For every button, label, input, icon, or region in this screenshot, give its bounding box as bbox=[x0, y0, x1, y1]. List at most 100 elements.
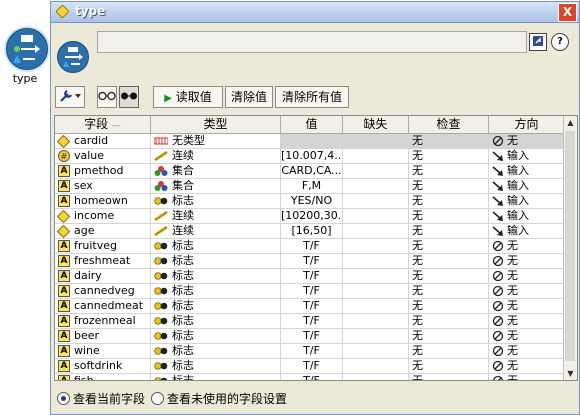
check-cell[interactable]: 无 bbox=[409, 329, 489, 344]
table-row[interactable]: Apmethod 集合 CARD,CA... 无 输入 bbox=[55, 164, 565, 179]
field-cell[interactable]: Afish bbox=[55, 374, 151, 380]
node-name-field[interactable] bbox=[97, 31, 527, 53]
table-row[interactable]: Asex 集合 F,M 无 输入 bbox=[55, 179, 565, 194]
type-cell[interactable]: 标志 bbox=[151, 299, 281, 314]
type-node-icon[interactable] bbox=[6, 28, 48, 70]
scroll-up-icon[interactable]: ▲ bbox=[564, 116, 577, 129]
values-cell[interactable]: T/F bbox=[281, 284, 343, 299]
missing-cell[interactable] bbox=[343, 254, 409, 269]
field-cell[interactable]: # value bbox=[55, 149, 151, 164]
values-cell[interactable]: T/F bbox=[281, 254, 343, 269]
field-cell[interactable]: cardid bbox=[55, 134, 151, 149]
missing-cell[interactable] bbox=[343, 134, 409, 149]
missing-cell[interactable] bbox=[343, 269, 409, 284]
type-cell[interactable]: 标志 bbox=[151, 344, 281, 359]
direction-cell[interactable]: 无 bbox=[489, 134, 565, 149]
direction-cell[interactable]: 无 bbox=[489, 314, 565, 329]
type-cell[interactable]: 标志 bbox=[151, 374, 281, 380]
field-cell[interactable]: Acannedveg bbox=[55, 284, 151, 299]
type-cell[interactable]: 标志 bbox=[151, 254, 281, 269]
table-row[interactable]: Acannedmeat 标志 T/F 无 无 bbox=[55, 299, 565, 314]
check-cell[interactable]: 无 bbox=[409, 359, 489, 374]
check-cell[interactable]: 无 bbox=[409, 149, 489, 164]
values-cell[interactable]: T/F bbox=[281, 374, 343, 380]
missing-cell[interactable] bbox=[343, 314, 409, 329]
check-cell[interactable]: 无 bbox=[409, 209, 489, 224]
direction-cell[interactable]: 输入 bbox=[489, 164, 565, 179]
values-cell[interactable]: [16,50] bbox=[281, 224, 343, 239]
table-row[interactable]: Afrozenmeal 标志 T/F 无 无 bbox=[55, 314, 565, 329]
check-cell[interactable]: 无 bbox=[409, 344, 489, 359]
values-cell[interactable]: [10.007,4... bbox=[281, 149, 343, 164]
column-header-field[interactable]: 字段 — bbox=[55, 116, 151, 133]
column-header-check[interactable]: 检查 bbox=[409, 116, 489, 133]
type-cell[interactable]: 连续 bbox=[151, 209, 281, 224]
type-cell[interactable]: 标志 bbox=[151, 314, 281, 329]
vertical-scrollbar[interactable]: ▲ ▼ bbox=[563, 116, 577, 380]
type-cell[interactable]: 集合 bbox=[151, 179, 281, 194]
missing-cell[interactable] bbox=[343, 284, 409, 299]
table-row[interactable]: Afreshmeat 标志 T/F 无 无 bbox=[55, 254, 565, 269]
field-cell[interactable]: Apmethod bbox=[55, 164, 151, 179]
scroll-thumb[interactable] bbox=[565, 131, 575, 361]
check-cell[interactable]: 无 bbox=[409, 134, 489, 149]
check-cell[interactable]: 无 bbox=[409, 224, 489, 239]
check-cell[interactable]: 无 bbox=[409, 239, 489, 254]
values-cell[interactable]: [10200,30... bbox=[281, 209, 343, 224]
check-cell[interactable]: 无 bbox=[409, 194, 489, 209]
read-values-button[interactable]: ▶ 读取值 bbox=[153, 86, 223, 108]
table-row[interactable]: Afish 标志 T/F 无 无 bbox=[55, 374, 565, 380]
type-cell[interactable]: 集合 bbox=[151, 164, 281, 179]
field-cell[interactable]: age bbox=[55, 224, 151, 239]
table-row[interactable]: cardid 无类型 无 无 bbox=[55, 134, 565, 149]
table-row[interactable]: # value 连续 [10.007,4... 无 输入 bbox=[55, 149, 565, 164]
type-cell[interactable]: 标志 bbox=[151, 239, 281, 254]
radio-current-fields[interactable]: 查看当前字段 bbox=[57, 390, 145, 407]
direction-cell[interactable]: 无 bbox=[489, 299, 565, 314]
missing-cell[interactable] bbox=[343, 299, 409, 314]
values-cell[interactable]: T/F bbox=[281, 359, 343, 374]
type-cell[interactable]: 标志 bbox=[151, 284, 281, 299]
values-cell[interactable]: T/F bbox=[281, 314, 343, 329]
scroll-down-icon[interactable]: ▼ bbox=[564, 367, 577, 380]
table-row[interactable]: Acannedveg 标志 T/F 无 无 bbox=[55, 284, 565, 299]
pin-icon[interactable] bbox=[529, 33, 547, 51]
column-header-missing[interactable]: 缺失 bbox=[343, 116, 409, 133]
values-cell[interactable]: F,M bbox=[281, 179, 343, 194]
field-cell[interactable]: Adairy bbox=[55, 269, 151, 284]
missing-cell[interactable] bbox=[343, 149, 409, 164]
values-cell[interactable]: T/F bbox=[281, 299, 343, 314]
column-header-value[interactable]: 值 bbox=[281, 116, 343, 133]
type-cell[interactable]: 无类型 bbox=[151, 134, 281, 149]
field-cell[interactable]: Ahomeown bbox=[55, 194, 151, 209]
check-cell[interactable]: 无 bbox=[409, 374, 489, 380]
type-cell[interactable]: 标志 bbox=[151, 269, 281, 284]
field-cell[interactable]: Abeer bbox=[55, 329, 151, 344]
check-cell[interactable]: 无 bbox=[409, 164, 489, 179]
values-cell[interactable]: T/F bbox=[281, 239, 343, 254]
direction-cell[interactable]: 无 bbox=[489, 239, 565, 254]
table-row[interactable]: Asoftdrink 标志 T/F 无 无 bbox=[55, 359, 565, 374]
field-cell[interactable]: Afreshmeat bbox=[55, 254, 151, 269]
clear-values-button[interactable]: 清除值 bbox=[225, 86, 273, 108]
direction-cell[interactable]: 无 bbox=[489, 269, 565, 284]
type-cell[interactable]: 标志 bbox=[151, 194, 281, 209]
missing-cell[interactable] bbox=[343, 359, 409, 374]
type-cell[interactable]: 标志 bbox=[151, 359, 281, 374]
table-row[interactable]: Abeer 标志 T/F 无 无 bbox=[55, 329, 565, 344]
table-row[interactable]: Afruitveg 标志 T/F 无 无 bbox=[55, 239, 565, 254]
table-row[interactable]: age 连续 [16,50] 无 输入 bbox=[55, 224, 565, 239]
field-cell[interactable]: Afrozenmeal bbox=[55, 314, 151, 329]
missing-cell[interactable] bbox=[343, 374, 409, 380]
missing-cell[interactable] bbox=[343, 329, 409, 344]
field-cell[interactable]: Asoftdrink bbox=[55, 359, 151, 374]
field-cell[interactable]: Asex bbox=[55, 179, 151, 194]
type-cell[interactable]: 连续 bbox=[151, 224, 281, 239]
title-bar[interactable]: type X bbox=[51, 2, 579, 23]
field-cell[interactable]: Awine bbox=[55, 344, 151, 359]
wrench-menu-button[interactable] bbox=[55, 86, 85, 108]
check-cell[interactable]: 无 bbox=[409, 314, 489, 329]
direction-cell[interactable]: 无 bbox=[489, 284, 565, 299]
field-cell[interactable]: income bbox=[55, 209, 151, 224]
table-row[interactable]: Awine 标志 T/F 无 无 bbox=[55, 344, 565, 359]
